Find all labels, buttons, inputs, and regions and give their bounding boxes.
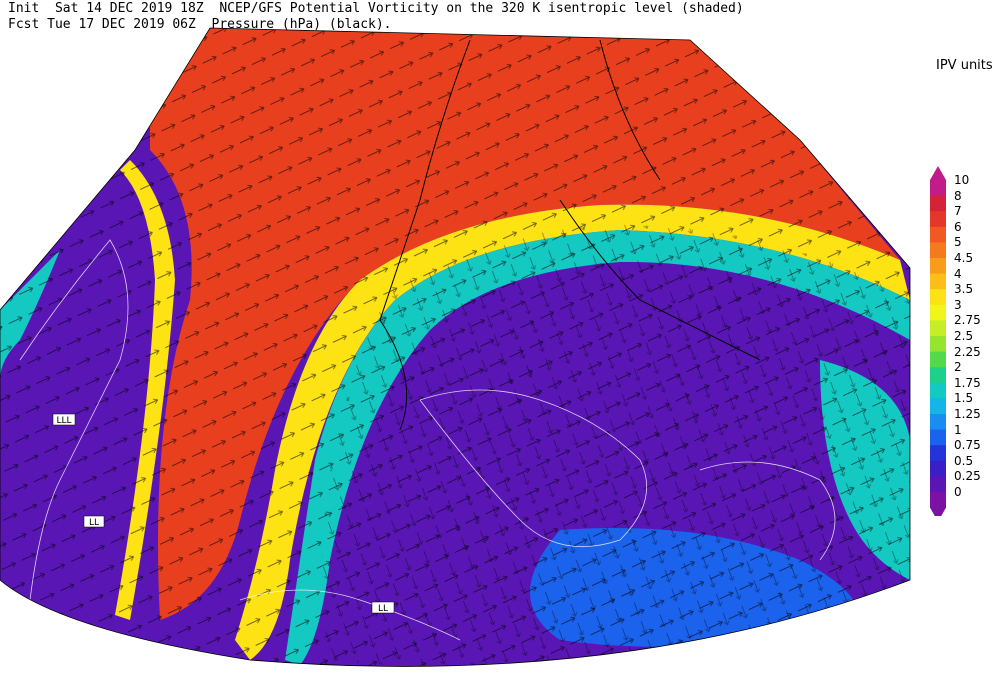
- legend-swatch: [930, 382, 946, 399]
- legend-swatch: [930, 320, 946, 337]
- legend-bottom-arrow: [930, 507, 946, 516]
- legend-swatch: [930, 476, 946, 493]
- legend-swatch: [930, 226, 946, 243]
- legend-level-label: 0.75: [954, 438, 981, 453]
- legend-level-label: 4: [954, 266, 962, 281]
- legend-level-label: 1.5: [954, 391, 974, 406]
- legend-level-label: 2: [954, 360, 962, 375]
- legend-swatch: [930, 367, 946, 384]
- legend-swatch: [930, 273, 946, 290]
- legend-level-label: 2.5: [954, 329, 974, 343]
- legend-swatch: [930, 445, 946, 462]
- legend-top-arrow: [930, 166, 946, 180]
- legend-swatch: [930, 289, 946, 306]
- legend-swatch: [930, 180, 946, 196]
- legend-swatch: [930, 460, 946, 477]
- legend-swatch: [930, 258, 946, 274]
- pv-map: LLL LL LL: [0, 27, 911, 667]
- legend-level-label: 7: [954, 204, 962, 219]
- legend-swatch: [930, 304, 946, 321]
- legend-level-label: 0.25: [954, 469, 981, 484]
- legend-swatch: [930, 211, 946, 228]
- legend-swatch: [930, 492, 946, 508]
- legend-level-label: 1.75: [954, 375, 981, 390]
- legend-level-label: 3.5: [954, 282, 974, 297]
- legend-swatch: [930, 398, 946, 415]
- legend-level-label: 4.5: [954, 251, 974, 265]
- legend-level-label: 0: [954, 485, 962, 499]
- legend-level-label: 0.5: [954, 453, 974, 468]
- legend-level-label: 2.75: [954, 313, 981, 328]
- legend-level-label: 6: [954, 219, 962, 234]
- legend-swatch: [930, 336, 946, 352]
- legend-level-label: 1: [954, 422, 962, 437]
- legend-swatch: [930, 351, 946, 368]
- legend-level-label: 5: [954, 235, 962, 250]
- pv-field: [0, 28, 910, 667]
- legend-level-label: 10: [954, 173, 970, 187]
- legend-swatch: [930, 414, 946, 430]
- legend-level-label: 1.25: [954, 407, 981, 421]
- legend-level-label: 2.25: [954, 344, 981, 359]
- map-label-text: LL: [89, 518, 99, 528]
- map-label-text: LLL: [56, 416, 71, 426]
- legend-level-label: 3: [954, 297, 962, 312]
- legend-level-label: 8: [954, 188, 962, 203]
- color-legend: 10 8 7 6 5 4.5 4 3.5 3 2.75 2.5 2.25 2 1.75 1.5 1.25 1 0.…: [930, 166, 1000, 516]
- legend-swatch: [930, 195, 946, 212]
- legend-swatch: [930, 242, 946, 259]
- map-label-text: LL: [378, 604, 388, 614]
- legend-colorbar: [930, 166, 946, 516]
- legend-swatch: [930, 429, 946, 446]
